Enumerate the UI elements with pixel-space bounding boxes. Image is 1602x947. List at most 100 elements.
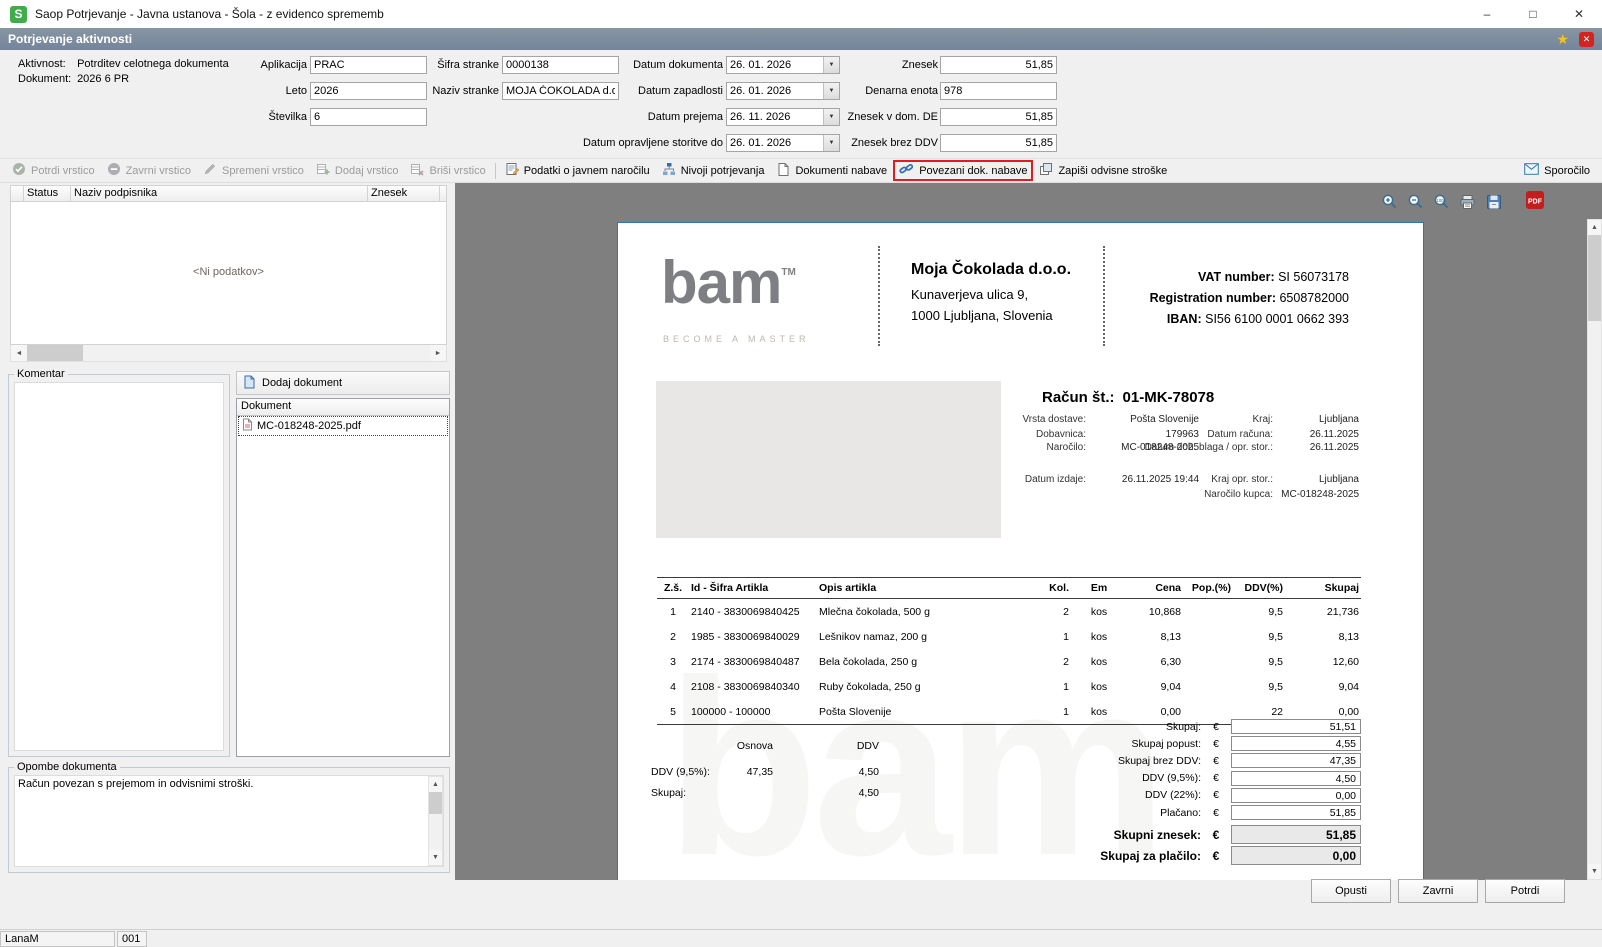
app-icon: S <box>10 5 27 23</box>
scroll-up-arrow[interactable]: ▲ <box>429 777 442 792</box>
scroll-track[interactable] <box>429 792 442 850</box>
scroll-thumb[interactable] <box>1588 235 1601 321</box>
zapisi-odvisne-stroske-button[interactable]: Zapiši odvisne stroške <box>1033 160 1173 181</box>
close-button[interactable]: ✕ <box>1556 0 1602 28</box>
vat-summary-row: DDV (9,5%): 47,35 4,50 <box>651 766 879 778</box>
vendor-logo: bamTM <box>661 249 796 316</box>
datum-zapadlosti-label: Datum zapadlosti <box>638 85 723 97</box>
svg-text:100: 100 <box>1437 198 1445 203</box>
invoice-column-header: Z.š. <box>657 577 689 599</box>
documents-column-header[interactable]: Dokument <box>237 399 449 416</box>
znesek-field[interactable] <box>940 56 1057 74</box>
denarna-enota-field[interactable] <box>940 82 1057 100</box>
dotted-separator <box>878 246 880 346</box>
potrdi-vrstico-button: Potrdi vrstico <box>6 160 101 181</box>
application-window: S Saop Potrjevanje - Javna ustanova - Šo… <box>0 0 1602 947</box>
print-icon[interactable] <box>1458 192 1477 211</box>
scroll-thumb[interactable] <box>429 792 442 814</box>
invoice-column-header: Id - Šifra Artikla <box>689 577 817 599</box>
pdf-icon[interactable]: PDF <box>1525 190 1545 213</box>
status-bar: LanaM 001 <box>0 929 1602 947</box>
grid-horizontal-scrollbar[interactable]: ◄ ► <box>10 345 447 362</box>
exit-icon[interactable]: ✕ <box>1579 31 1594 47</box>
invoice-page: bam bamTM BECOME A MASTER Moja Čokolada … <box>617 222 1424 880</box>
maximize-button[interactable]: □ <box>1510 0 1556 28</box>
invoice-meta-right: Kraj: Ljubljana Datum računa: 26.11.2025 D… <box>1144 414 1359 500</box>
datum-prejema-combo[interactable]: 26. 11. 2026 ▼ <box>726 108 840 126</box>
page-icon <box>776 162 790 179</box>
document-list-item[interactable]: MC-018248-2025.pdf <box>238 416 448 436</box>
save-icon[interactable] <box>1484 192 1503 211</box>
zoom-in-icon[interactable] <box>1380 192 1399 211</box>
zavrni-vrstico-button: Zavrni vrstico <box>101 160 197 181</box>
zoom-100-icon[interactable]: 100 <box>1432 192 1451 211</box>
pdf-toolbar: 100 <box>1380 192 1503 211</box>
podatki-narocilo-button[interactable]: Podatki o javnem naročilu <box>499 160 656 181</box>
grid-col-znesek[interactable]: Znesek <box>368 185 440 202</box>
scroll-track[interactable] <box>1588 235 1601 864</box>
nivoji-potrjevanja-button[interactable]: Nivoji potrjevanja <box>656 160 771 181</box>
invoice-total-row: Skupaj brez DDV: € 47,35 <box>1031 752 1361 769</box>
dokumenti-nabave-button[interactable]: Dokumenti nabave <box>770 160 893 181</box>
scroll-right-arrow[interactable]: ► <box>430 345 446 361</box>
vendor-address: Moja Čokolada d.o.o. Kunaverjeva ulica 9… <box>911 261 1072 323</box>
cascade-windows-icon <box>1039 162 1053 179</box>
znesek-dom-field[interactable] <box>940 108 1057 126</box>
scroll-down-arrow[interactable]: ▼ <box>1588 864 1601 879</box>
invoice-total-row: Skupaj popust: € 4,55 <box>1031 735 1361 752</box>
stevilka-field[interactable] <box>310 108 427 126</box>
invoice-column-header: DDV(%) <box>1233 577 1285 599</box>
znesek-brez-ddv-field[interactable] <box>940 134 1057 152</box>
invoice-number: Račun št.: 01-MK-78078 <box>1042 389 1215 406</box>
grid-col-naziv-podpisnika[interactable]: Naziv podpisnika <box>71 185 368 202</box>
povezani-dok-nabave-button[interactable]: Povezani dok. nabave <box>893 160 1034 181</box>
scroll-up-arrow[interactable]: ▲ <box>1588 220 1601 235</box>
zavrni-button[interactable]: Zavrni <box>1398 879 1478 903</box>
document-pencil-icon <box>505 162 520 179</box>
pdf-viewer: 100 PDF bam bamTM BECOME A MASTER Moja Č… <box>455 183 1602 880</box>
aplikacija-label: Aplikacija <box>260 59 307 71</box>
opusti-button[interactable]: Opusti <box>1311 879 1391 903</box>
scroll-left-arrow[interactable]: ◄ <box>11 345 27 361</box>
naziv-stranke-label: Naziv stranke <box>432 85 499 97</box>
notes-memo[interactable]: Račun povezan s prejemom in odvisnimi st… <box>14 775 444 867</box>
zoom-out-icon[interactable] <box>1406 192 1425 211</box>
invoice-total-row: Skupaj: € 51,51 <box>1031 718 1361 735</box>
notes-vertical-scrollbar[interactable]: ▲ ▼ <box>428 776 443 866</box>
check-circle-icon <box>12 162 26 179</box>
minimize-button[interactable]: – <box>1464 0 1510 28</box>
datum-zapadlosti-combo[interactable]: 26. 01. 2026 ▼ <box>726 82 840 100</box>
datum-storitve-combo[interactable]: 26. 01. 2026 ▼ <box>726 134 840 152</box>
invoice-totals: Skupaj: € 51,51 Skupaj popust: € 4,55 Sk… <box>1031 718 1361 866</box>
signers-grid-body: <Ni podatkov> <box>10 202 447 345</box>
scroll-track[interactable] <box>83 345 430 361</box>
invoice-column-header: Kol. <box>1042 577 1071 599</box>
leto-label: Leto <box>285 85 307 97</box>
notes-text: Račun povezan s prejemom in odvisnimi st… <box>18 778 254 790</box>
add-document-button[interactable]: Dodaj dokument <box>236 371 450 395</box>
invoice-total-row: DDV (22%): € 0,00 <box>1031 787 1361 804</box>
favorite-star-icon[interactable]: ★ <box>1556 32 1569 46</box>
notes-groupbox: Opombe dokumenta Račun povezan s prejemo… <box>8 761 450 873</box>
komentar-textarea[interactable] <box>14 382 224 751</box>
scroll-down-arrow[interactable]: ▼ <box>429 850 442 865</box>
dokument-label: Dokument: <box>18 73 72 85</box>
invoice-table-header-row: Z.š. Id - Šifra Artikla Opis artikla Kol. Em… <box>657 577 1361 599</box>
pdf-vertical-scrollbar[interactable]: ▲ ▼ <box>1587 219 1602 880</box>
invoice-item-row: 3 2174 - 3830069840487 Bela čokolada, 25… <box>670 655 1359 668</box>
aktivnost-label: Aktivnost: <box>18 58 66 70</box>
documents-panel: Dokument MC-018248-2025.pdf <box>236 398 450 757</box>
levels-diagram-icon <box>662 162 676 179</box>
invoice-vat-summary: Osnova DDV DDV (9,5%): 47,35 4,50 Skupaj… <box>651 739 879 807</box>
datum-dokumenta-combo[interactable]: 26. 01. 2026 ▼ <box>726 56 840 74</box>
stevilka-label: Številka <box>268 111 307 123</box>
sporocilo-button[interactable]: Sporočilo <box>1518 161 1596 180</box>
vat-ddv-header: DDV <box>856 740 879 752</box>
dokument-line: Dokument: 2026 6 PR <box>18 73 129 85</box>
denarna-enota-label: Denarna enota <box>865 85 938 97</box>
scroll-thumb[interactable] <box>27 345 83 361</box>
notes-label: Opombe dokumenta <box>17 761 117 773</box>
grid-col-status[interactable]: Status <box>24 185 71 202</box>
potrdi-button[interactable]: Potrdi <box>1485 879 1565 903</box>
no-data-text: <Ni podatkov> <box>193 266 264 278</box>
